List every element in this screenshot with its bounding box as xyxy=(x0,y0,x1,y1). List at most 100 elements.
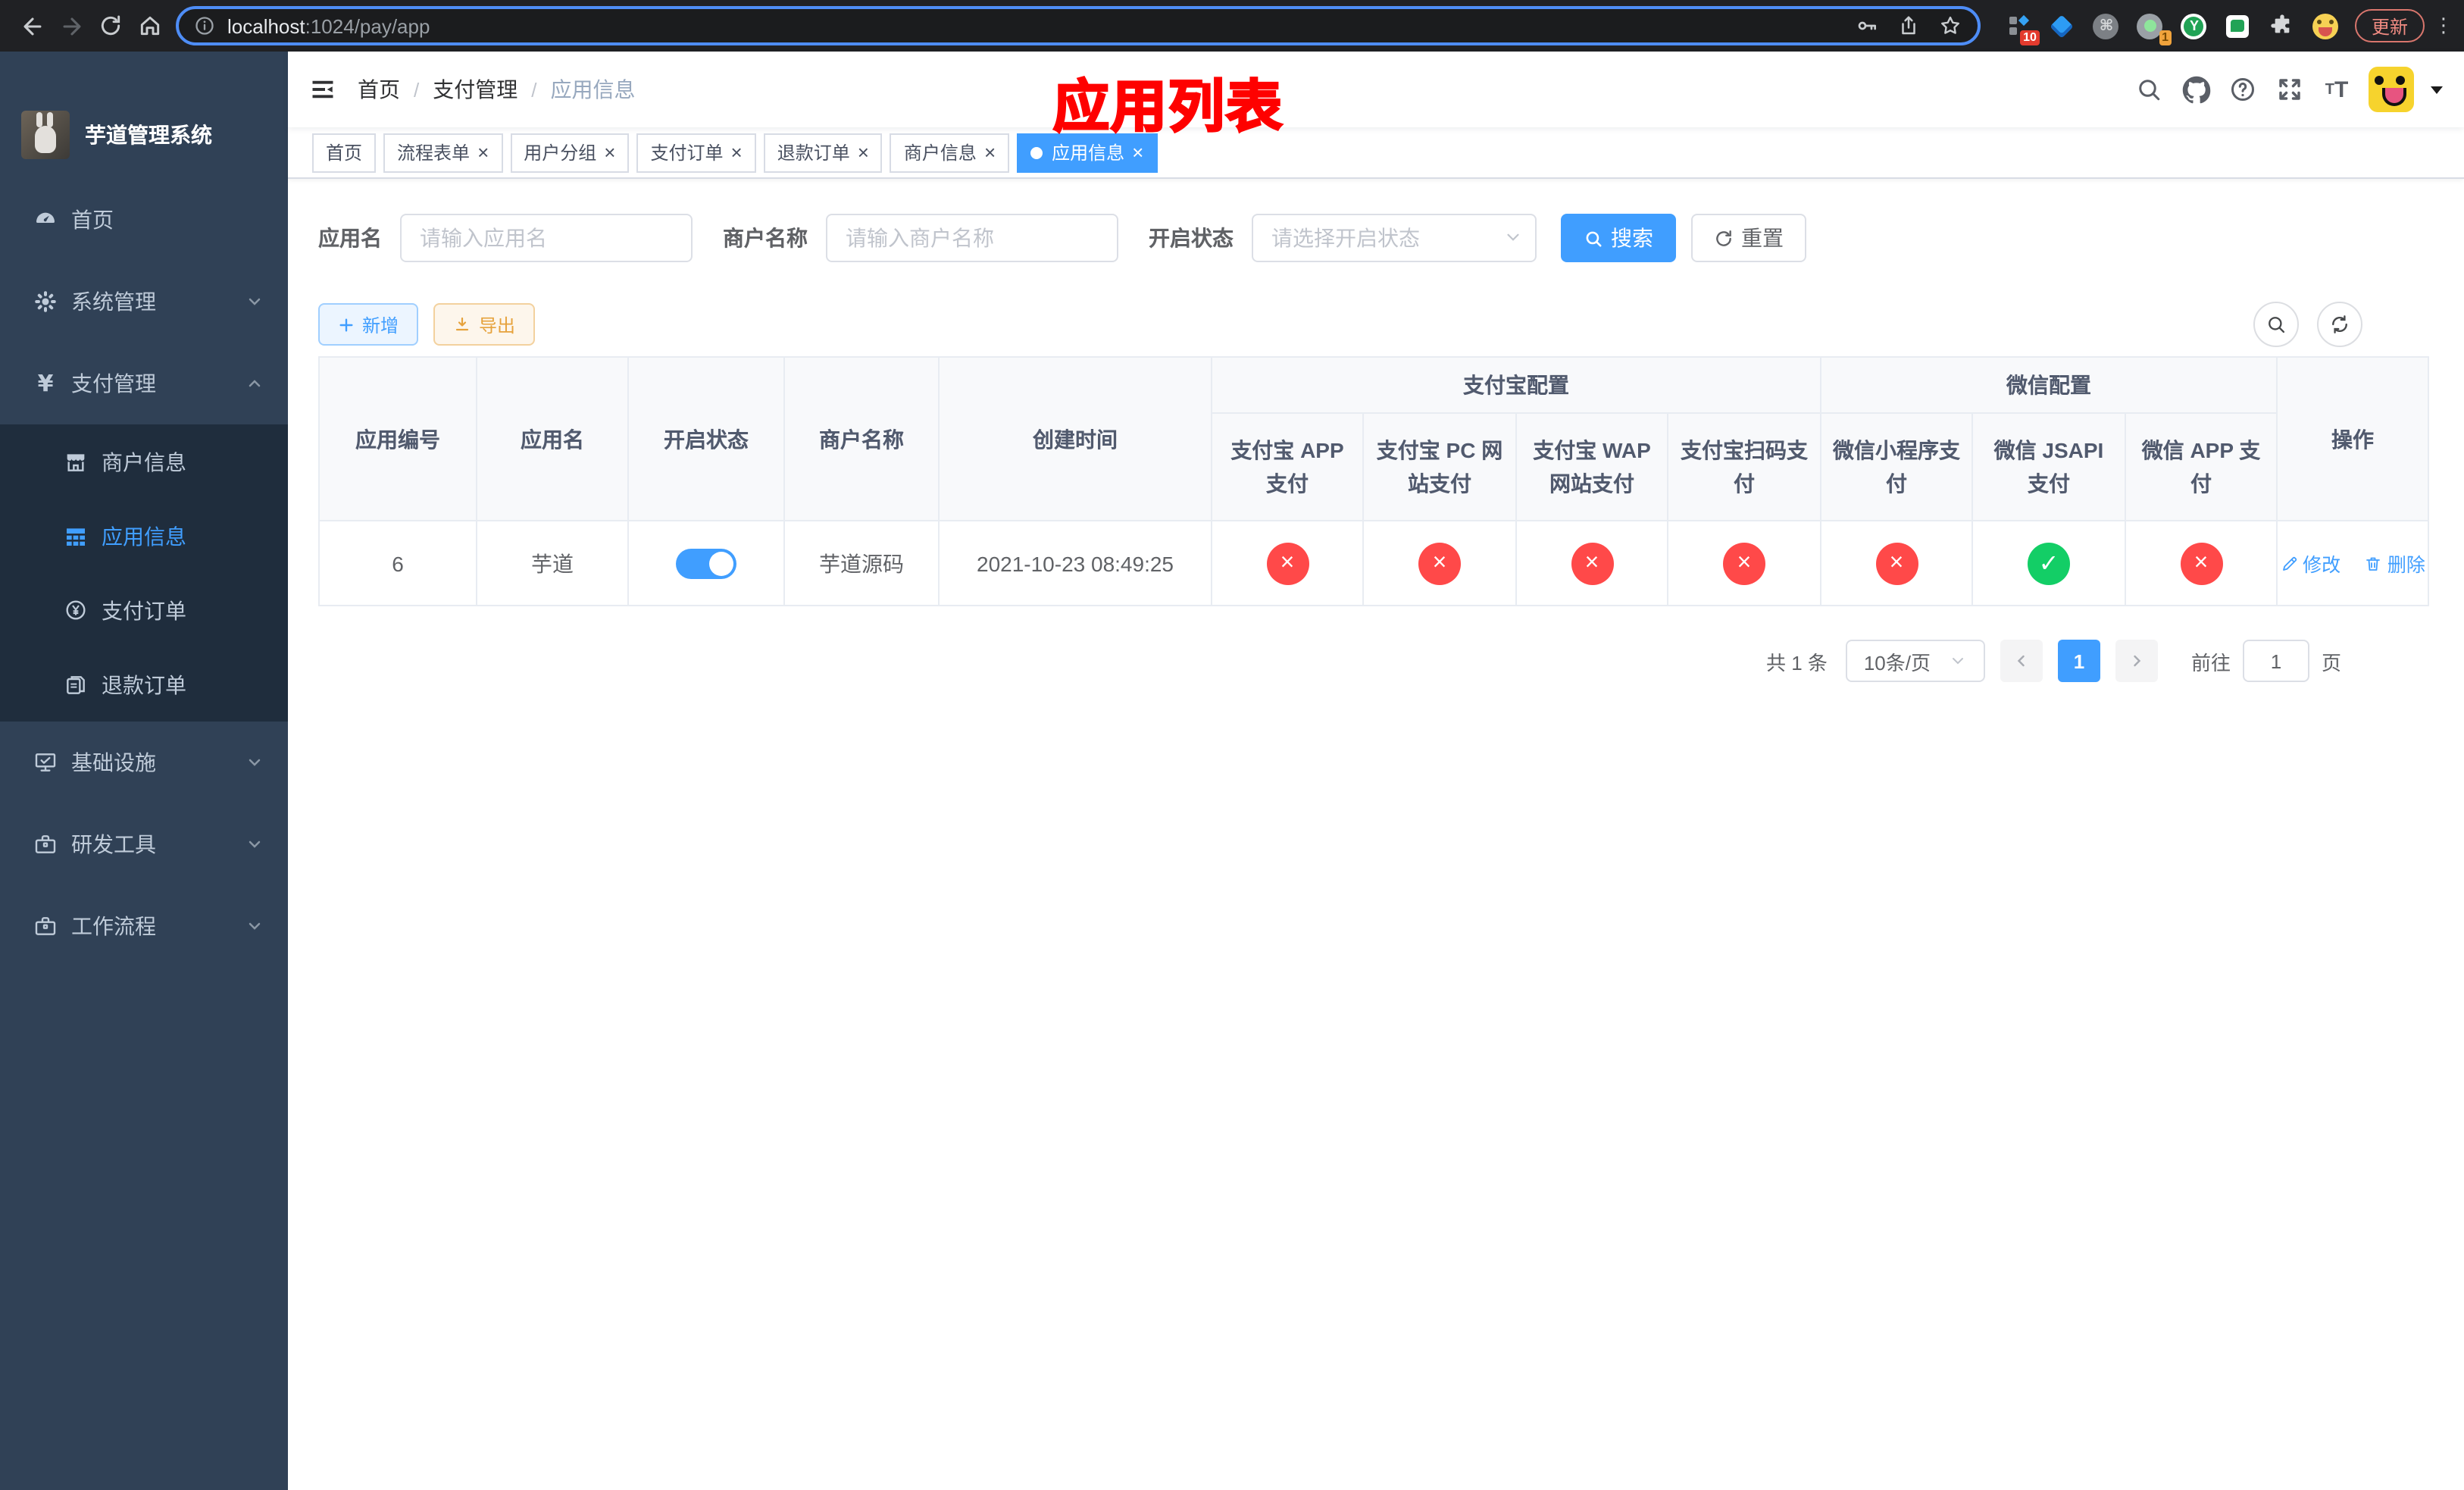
sidebar-item-merchant-info[interactable]: 商户信息 xyxy=(0,424,288,499)
close-icon[interactable]: × xyxy=(858,142,869,162)
close-icon[interactable]: × xyxy=(604,142,615,162)
merchant-name-input[interactable] xyxy=(826,214,1118,262)
page-content: 应用名 商户名称 开启状态 搜索 xyxy=(288,179,2464,1490)
breadcrumb: 首页 / 支付管理 / 应用信息 xyxy=(358,74,636,105)
close-icon[interactable]: × xyxy=(731,142,743,162)
extension-gem-icon[interactable] xyxy=(2049,12,2076,39)
extensions-puzzle-icon[interactable] xyxy=(2269,12,2296,39)
goto-label: 前往 xyxy=(2190,651,2231,674)
back-icon[interactable] xyxy=(12,6,52,45)
help-icon[interactable] xyxy=(2228,74,2258,105)
sidebar-item-app-info[interactable]: 应用信息 xyxy=(0,499,288,573)
close-icon[interactable]: × xyxy=(477,142,489,162)
url-bar[interactable]: localhost:1024/pay/app xyxy=(176,6,1981,45)
avatar-caret-icon[interactable] xyxy=(2431,86,2443,99)
document-icon xyxy=(64,672,88,696)
delete-link[interactable]: 删除 xyxy=(2365,549,2425,578)
app-name-input[interactable] xyxy=(400,214,693,262)
briefcase-icon xyxy=(33,914,58,938)
home-icon[interactable] xyxy=(130,6,170,45)
extension-recorder-icon[interactable]: 1 xyxy=(2137,12,2172,45)
edit-link[interactable]: 修改 xyxy=(2280,549,2340,578)
alipay-qr-status-icon: × xyxy=(1723,542,1765,584)
extension-y-icon[interactable]: Y xyxy=(2181,12,2208,39)
next-page-button[interactable] xyxy=(2115,640,2158,682)
merchant-name-label: 商户名称 xyxy=(723,226,808,250)
browser-menu-icon[interactable]: ⋮ xyxy=(2434,14,2453,38)
sidebar-item-system[interactable]: 系统管理 xyxy=(0,261,288,343)
profile-emoji-icon[interactable] xyxy=(2312,12,2340,39)
screen: localhost:1024/pay/app 10 ⌘ 1 Y 更新 ⋮ 芋道管… xyxy=(0,0,2464,1490)
col-created: 创建时间 xyxy=(938,356,1212,521)
sidebar-item-label: 应用信息 xyxy=(102,524,186,548)
grid-icon xyxy=(64,524,88,548)
fullscreen-icon[interactable] xyxy=(2275,74,2305,105)
font-size-icon[interactable]: TT xyxy=(2322,74,2352,105)
status-select[interactable] xyxy=(1252,214,1537,262)
sidebar-item-label: 研发工具 xyxy=(71,832,156,856)
tab-process-form[interactable]: 流程表单 × xyxy=(383,133,503,172)
status-toggle[interactable] xyxy=(676,548,736,578)
sidebar-item-infrastructure[interactable]: 基础设施 xyxy=(0,722,288,803)
sidebar-item-refund-orders[interactable]: 退款订单 xyxy=(0,647,288,722)
sidebar-item-home[interactable]: 首页 xyxy=(0,179,288,261)
col-wx-jsapi: 微信 JSAPI 支付 xyxy=(1972,412,2126,521)
chevron-down-icon xyxy=(245,917,264,935)
github-icon[interactable] xyxy=(2181,74,2211,105)
export-button[interactable]: 导出 xyxy=(433,303,536,346)
alipay-app-status-icon: × xyxy=(1266,542,1309,584)
refresh-button[interactable] xyxy=(2317,302,2362,347)
tab-merchant-info[interactable]: 商户信息 × xyxy=(890,133,1010,172)
breadcrumb-payment[interactable]: 支付管理 xyxy=(433,74,518,105)
close-icon[interactable]: × xyxy=(1132,142,1143,162)
chrome-update-button[interactable]: 更新 xyxy=(2354,9,2425,42)
sidebar-item-label: 商户信息 xyxy=(102,449,186,474)
sidebar-collapse-icon[interactable] xyxy=(309,76,336,103)
tab-home[interactable]: 首页 xyxy=(312,133,377,172)
extension-chat-icon[interactable] xyxy=(2225,12,2252,39)
search-icon[interactable] xyxy=(2134,74,2164,105)
tab-refund-orders[interactable]: 退款订单 × xyxy=(763,133,883,172)
sidebar-item-pay-orders[interactable]: 支付订单 xyxy=(0,573,288,647)
reload-icon[interactable] xyxy=(91,6,130,45)
col-actions: 操作 xyxy=(2276,356,2429,521)
toolbox-icon xyxy=(33,832,58,856)
total-count: 共 1 条 xyxy=(1766,651,1828,674)
chevron-down-icon xyxy=(245,835,264,853)
sidebar-item-label: 首页 xyxy=(71,208,114,232)
close-icon[interactable]: × xyxy=(984,142,996,162)
share-icon[interactable] xyxy=(1897,14,1920,38)
show-search-button[interactable] xyxy=(2253,302,2299,347)
tab-pay-orders[interactable]: 支付订单 × xyxy=(636,133,756,172)
tab-user-group[interactable]: 用户分组 × xyxy=(510,133,630,172)
forward-icon[interactable] xyxy=(52,6,91,45)
add-button[interactable]: 新增 xyxy=(318,303,419,346)
breadcrumb-home[interactable]: 首页 xyxy=(358,74,400,105)
goto-page-input[interactable] xyxy=(2242,640,2309,682)
page-number-1[interactable]: 1 xyxy=(2057,640,2100,682)
url-text[interactable]: localhost:1024/pay/app xyxy=(227,14,1855,37)
sidebar-item-workflow[interactable]: 工作流程 xyxy=(0,885,288,967)
wx-app-status-icon: × xyxy=(2180,542,2222,584)
bookmark-star-icon[interactable] xyxy=(1938,14,1962,38)
page-size-select[interactable]: 10条/页 xyxy=(1845,640,1985,682)
chevron-down-icon xyxy=(245,293,264,311)
dashboard-icon xyxy=(33,208,58,232)
cell-merchant: 芋道源码 xyxy=(783,520,940,606)
reset-button[interactable]: 重置 xyxy=(1691,214,1806,262)
cell-app-name: 芋道 xyxy=(476,520,629,606)
search-button[interactable]: 搜索 xyxy=(1561,214,1676,262)
extension-command-icon[interactable]: ⌘ xyxy=(2093,12,2120,39)
app-logo[interactable]: 芋道管理系统 xyxy=(0,52,288,179)
site-info-icon[interactable] xyxy=(194,15,215,36)
app-table: 应用编号 应用名 开启状态 商户名称 创建时间 支付宝配置 微信配置 操作 支付… xyxy=(318,356,2438,606)
extension-grid-icon[interactable]: 10 xyxy=(2005,12,2040,45)
password-key-icon[interactable] xyxy=(1855,14,1879,38)
user-avatar[interactable] xyxy=(2369,67,2414,112)
prev-page-button[interactable] xyxy=(2000,640,2043,682)
sidebar-item-payment[interactable]: ¥ 支付管理 xyxy=(0,343,288,424)
monitor-icon xyxy=(33,750,58,775)
yen-circle-icon xyxy=(64,598,88,622)
sidebar-item-dev-tools[interactable]: 研发工具 xyxy=(0,803,288,885)
sidebar-item-label: 退款订单 xyxy=(102,672,186,696)
